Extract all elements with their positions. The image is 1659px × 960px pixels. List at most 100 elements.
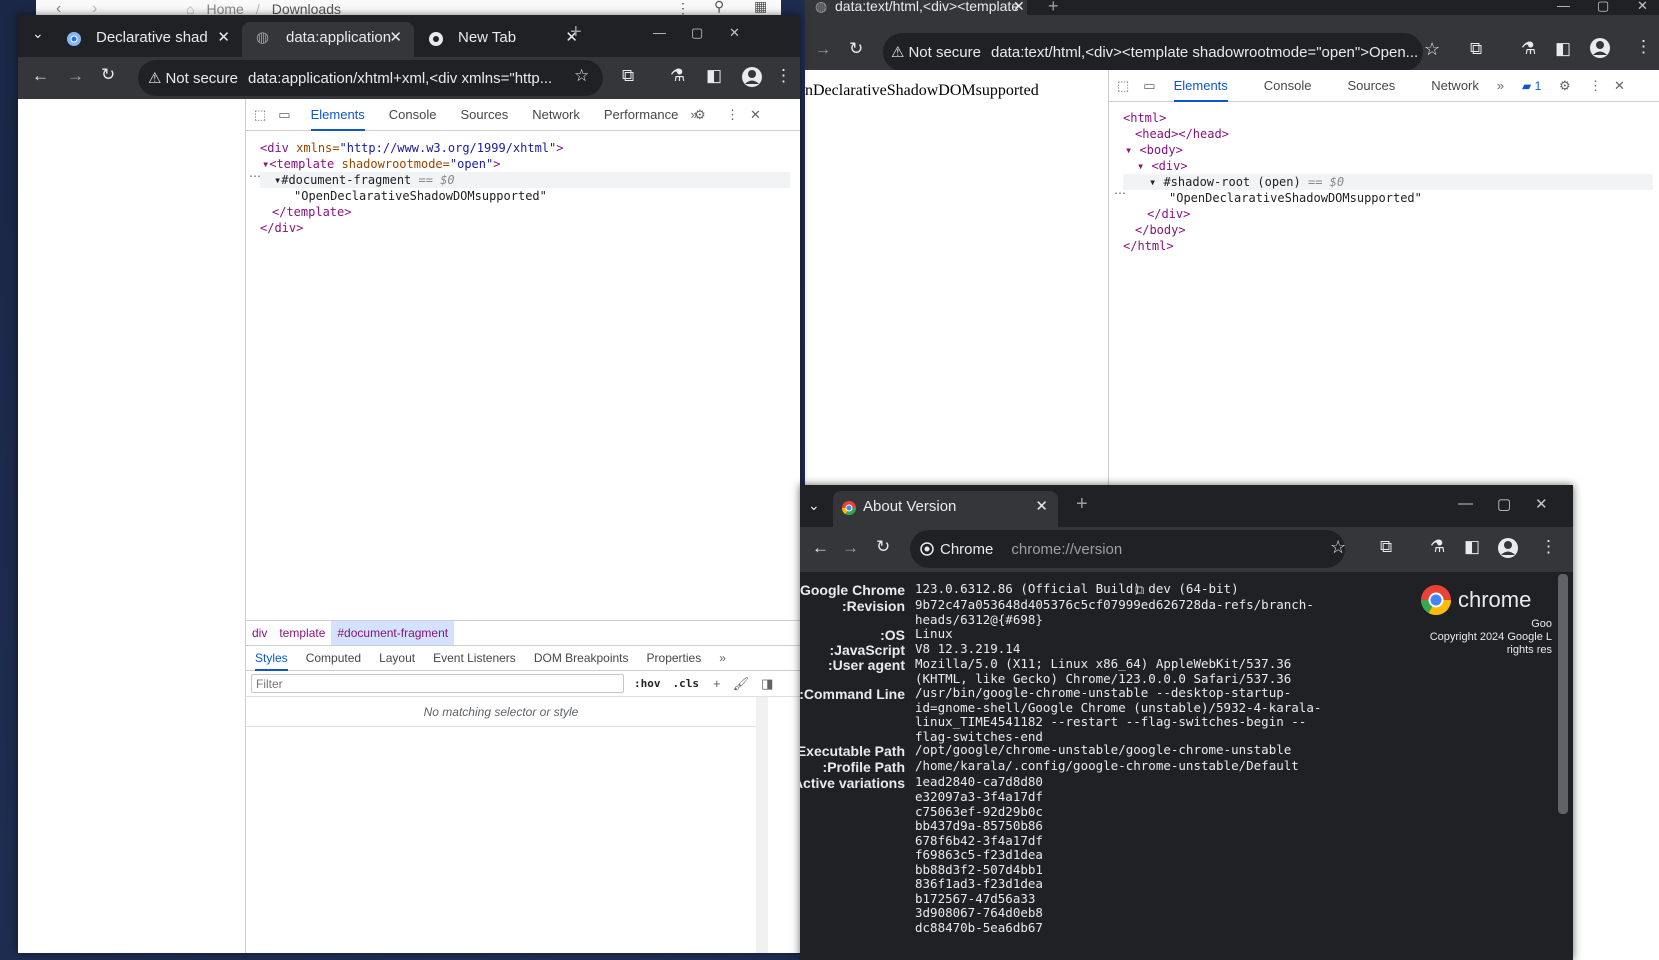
extensions-icon[interactable]: ⧉	[1380, 537, 1392, 557]
crumb-template[interactable]: template	[273, 621, 331, 645]
bookmark-star-icon[interactable]: ☆	[574, 66, 589, 86]
hov-toggle[interactable]: :hov	[634, 677, 661, 690]
extensions-icon[interactable]: ⧉	[1470, 39, 1482, 59]
tab-search-chevron-icon[interactable]: ⌄	[808, 497, 820, 514]
device-toolbar-icon[interactable]: ▭	[278, 107, 290, 123]
close-tab-icon[interactable]: ✕	[389, 22, 402, 54]
inspect-element-icon[interactable]: ⬚	[254, 107, 266, 123]
dom-node[interactable]: <head></head>	[1123, 126, 1653, 142]
settings-gear-icon[interactable]: ⚙	[1559, 78, 1571, 94]
tab-elements[interactable]: Elements	[310, 99, 365, 131]
subtab-computed[interactable]: Computed	[306, 646, 361, 671]
settings-gear-icon[interactable]: ⚙	[694, 107, 706, 123]
cls-toggle[interactable]: .cls	[673, 677, 700, 690]
tab-data-application[interactable]: ◍ data:application ✕	[242, 22, 414, 57]
paint-roller-icon[interactable]: 🖌	[733, 676, 750, 692]
more-tabs-icon[interactable]: »	[1497, 78, 1504, 93]
tab-sources[interactable]: Sources	[1348, 70, 1396, 102]
styles-scrollbar[interactable]	[756, 697, 768, 953]
minimize-icon[interactable]: —	[1458, 495, 1473, 512]
back-icon[interactable]: ←	[32, 66, 49, 86]
dom-node[interactable]: </html>	[1123, 238, 1653, 254]
forward-icon[interactable]: →	[842, 538, 859, 558]
tab-about-version[interactable]: About Version ✕	[833, 491, 1058, 527]
tab-new-tab[interactable]: New Tab ✕	[414, 22, 590, 57]
tab-search-chevron-icon[interactable]: ⌄	[32, 25, 44, 42]
not-secure-indicator[interactable]: ⚠ Not secure	[148, 69, 238, 88]
dom-node[interactable]: ▾<template shadowrootmode="open">	[260, 156, 790, 172]
bookmark-star-icon[interactable]: ☆	[1330, 537, 1346, 558]
dom-text-node[interactable]: "OpenDeclarativeShadowDOMsupported"	[260, 188, 790, 204]
profile-avatar-icon[interactable]	[741, 66, 763, 88]
chrome-menu-icon[interactable]: ⋮	[1635, 37, 1652, 57]
dom-node[interactable]: ▾ <body>	[1123, 142, 1653, 158]
devtools-menu-icon[interactable]: ⋮	[726, 107, 739, 123]
tab-elements[interactable]: Elements	[1173, 70, 1228, 102]
tab-performance[interactable]: Performance	[604, 99, 678, 131]
dom-node-selected[interactable]: ▾#document-fragment == $0	[260, 172, 790, 188]
dom-node[interactable]: </body>	[1123, 222, 1653, 238]
tab-declarative-shadow[interactable]: Declarative shad ✕	[52, 22, 242, 57]
dom-node[interactable]: </div>	[1123, 206, 1653, 222]
grid-view-icon[interactable]: ▦	[754, 0, 767, 15]
address-bar[interactable]: ⚠ Not secure data:text/html,<div><templa…	[883, 33, 1423, 71]
reload-icon[interactable]: ↻	[876, 537, 890, 557]
tab-data-html[interactable]: ◍ data:text/html,<div><template	[805, 0, 1027, 15]
close-window-icon[interactable]: ✕	[1637, 0, 1648, 14]
styles-filter-input[interactable]	[251, 674, 624, 693]
copy-version-icon[interactable]: ⧉	[1135, 582, 1144, 598]
crumb-document-fragment[interactable]: #document-fragment	[331, 621, 455, 645]
tab-sources[interactable]: Sources	[461, 99, 509, 131]
minimize-icon[interactable]: —	[653, 25, 666, 40]
side-panel-icon[interactable]: ◧	[1464, 537, 1480, 557]
subtab-styles[interactable]: Styles	[255, 646, 288, 671]
reload-icon[interactable]: ↻	[849, 39, 863, 59]
extensions-icon[interactable]: ⧉	[622, 66, 634, 86]
more-subtabs-icon[interactable]: »	[719, 646, 726, 671]
dom-node[interactable]: ▾ <div>	[1123, 158, 1653, 174]
labs-flask-icon[interactable]: ⚗	[670, 66, 685, 86]
profile-avatar-icon[interactable]	[1589, 37, 1611, 59]
side-panel-icon[interactable]: ◧	[1555, 39, 1571, 59]
dom-node[interactable]: <html>	[1123, 110, 1653, 126]
close-window-icon[interactable]: ✕	[1535, 495, 1548, 513]
not-secure-indicator[interactable]: ⚠ Not secure	[891, 43, 981, 62]
close-tab-icon[interactable]: ✕	[1035, 491, 1048, 523]
tab-console[interactable]: Console	[1264, 70, 1312, 102]
devtools-menu-icon[interactable]: ⋮	[1589, 78, 1602, 94]
inspect-element-icon[interactable]: ⬚	[1117, 78, 1129, 94]
dom-node[interactable]: </template>	[260, 204, 790, 220]
labs-flask-icon[interactable]: ⚗	[1430, 537, 1445, 557]
tab-network[interactable]: Network	[1431, 70, 1479, 102]
profile-avatar-icon[interactable]	[1497, 537, 1519, 559]
node-options-icon[interactable]: ⋯	[1114, 186, 1126, 200]
issues-badge[interactable]: ▰ 1	[1522, 79, 1541, 93]
toggle-sidebar-icon[interactable]: ◨	[761, 676, 773, 692]
maximize-icon[interactable]: ▢	[1597, 0, 1609, 14]
search-icon[interactable]: ⚲	[714, 0, 724, 15]
crumb-div[interactable]: div	[246, 621, 273, 645]
close-devtools-icon[interactable]: ✕	[750, 107, 761, 123]
reload-icon[interactable]: ↻	[101, 65, 115, 85]
maximize-icon[interactable]: ▢	[1497, 495, 1511, 513]
tab-network[interactable]: Network	[532, 99, 580, 131]
dom-node[interactable]: <div xmlns="http://www.w3.org/1999/xhtml…	[260, 140, 790, 156]
labs-flask-icon[interactable]: ⚗	[1521, 39, 1536, 59]
close-tab-icon[interactable]: ✕	[1013, 0, 1025, 15]
new-tab-icon[interactable]: +	[1076, 493, 1088, 516]
device-toolbar-icon[interactable]: ▭	[1143, 78, 1155, 94]
back-icon[interactable]: ←	[812, 538, 829, 558]
forward-icon[interactable]: →	[815, 41, 831, 59]
address-bar[interactable]: Chrome chrome://version	[910, 530, 1345, 568]
tab-console[interactable]: Console	[389, 99, 437, 131]
chrome-menu-icon[interactable]: ⋮	[775, 66, 792, 86]
chrome-menu-icon[interactable]: ⋮	[1540, 537, 1557, 557]
dom-text-node[interactable]: "OpenDeclarativeShadowDOMsupported"	[1123, 190, 1653, 206]
close-window-icon[interactable]: ✕	[729, 25, 740, 41]
subtab-dom-breakpoints[interactable]: DOM Breakpoints	[534, 646, 629, 671]
bookmark-star-icon[interactable]: ☆	[1424, 39, 1440, 60]
subtab-event-listeners[interactable]: Event Listeners	[433, 646, 516, 671]
new-style-rule-icon[interactable]: +	[713, 676, 721, 691]
node-options-icon[interactable]: ⋯	[249, 169, 261, 183]
dom-node[interactable]: </div>	[260, 220, 790, 236]
